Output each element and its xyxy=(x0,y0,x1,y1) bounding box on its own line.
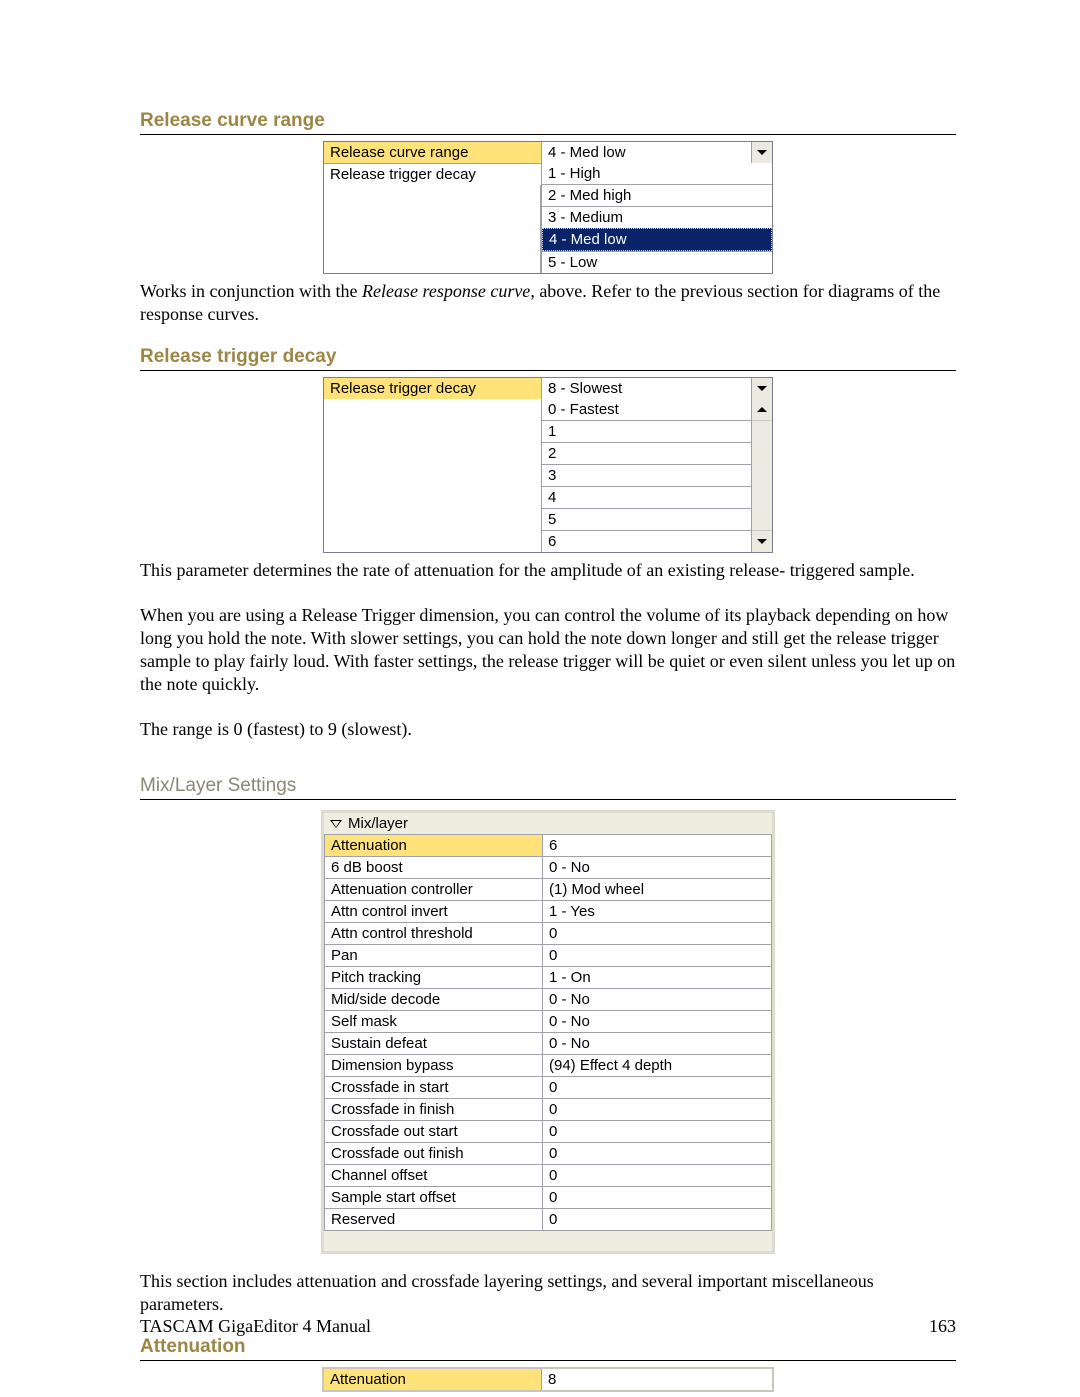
field-label[interactable]: 6 dB boost xyxy=(325,856,543,878)
field-label-release-curve-range[interactable]: Release curve range xyxy=(324,142,542,163)
field-label[interactable]: Attenuation xyxy=(325,835,543,856)
heading-attenuation: Attenuation xyxy=(140,1336,956,1358)
dropdown-button[interactable] xyxy=(751,142,772,163)
field-label[interactable]: Mid/side decode xyxy=(325,988,543,1010)
dropdown-option[interactable]: 6 xyxy=(542,530,751,552)
field-label[interactable]: Crossfade out finish xyxy=(325,1142,543,1164)
chevron-up-icon xyxy=(757,407,767,412)
dropdown-list-release-trigger-decay: 0 - Fastest 1 2 3 4 5 6 xyxy=(542,399,772,552)
section-title: Mix/layer xyxy=(348,813,408,834)
chevron-down-icon xyxy=(757,386,767,391)
dropdown-option[interactable]: 0 - Fastest xyxy=(542,399,751,420)
scroll-down-button[interactable] xyxy=(752,530,772,552)
field-label[interactable]: Attn control invert xyxy=(325,900,543,922)
field-value[interactable]: 0 xyxy=(543,1098,771,1120)
scroll-thumb[interactable] xyxy=(752,421,772,530)
dropdown-value: 4 - Med low xyxy=(542,142,751,163)
dropdown-value: 8 - Slowest xyxy=(542,378,751,399)
field-value[interactable]: 0 xyxy=(543,1208,771,1230)
footer-title: TASCAM GigaEditor 4 Manual xyxy=(140,1316,371,1337)
rule xyxy=(140,1360,956,1361)
field-label[interactable]: Crossfade in start xyxy=(325,1076,543,1098)
field-value[interactable]: 1 - Yes xyxy=(543,900,771,922)
field-value[interactable]: (94) Effect 4 depth xyxy=(543,1054,771,1076)
field-label[interactable]: Reserved xyxy=(325,1208,543,1230)
dropdown-option[interactable]: 4 xyxy=(542,486,751,508)
field-value[interactable]: 0 - No xyxy=(543,856,771,878)
scroll-track[interactable] xyxy=(752,421,772,530)
field-value[interactable]: 1 - On xyxy=(543,966,771,988)
field-label-attenuation[interactable]: Attenuation xyxy=(324,1369,542,1390)
dropdown-option[interactable]: 3 - Medium xyxy=(542,206,772,228)
field-label[interactable]: Crossfade in finish xyxy=(325,1098,543,1120)
field-value[interactable]: 0 xyxy=(543,1120,771,1142)
chevron-down-icon xyxy=(757,539,767,544)
field-value[interactable]: 0 - No xyxy=(543,1032,771,1054)
panel-mix-layer: Mix/layer Attenuation6 6 dB boost0 - No … xyxy=(321,810,775,1254)
scroll-up-button[interactable] xyxy=(752,399,772,421)
field-value[interactable]: 0 xyxy=(543,1186,771,1208)
field-label[interactable]: Pitch tracking xyxy=(325,966,543,988)
field-value-attenuation[interactable]: 8 xyxy=(542,1369,772,1390)
field-value[interactable]: 6 xyxy=(543,835,771,856)
dropdown-option[interactable]: 1 - High xyxy=(542,163,772,184)
panel-release-trigger-decay: Release trigger decay 8 - Slowest 0 - Fa… xyxy=(323,377,773,553)
field-value[interactable]: (1) Mod wheel xyxy=(543,878,771,900)
dropdown-option-selected[interactable]: 4 - Med low xyxy=(542,228,772,251)
field-label[interactable]: Sustain defeat xyxy=(325,1032,543,1054)
dropdown-option[interactable]: 3 xyxy=(542,464,751,486)
paragraph: Works in conjunction with the Release re… xyxy=(140,280,956,326)
rule xyxy=(140,134,956,135)
panel-attenuation: Attenuation 8 xyxy=(322,1367,774,1392)
field-label[interactable]: Attn control threshold xyxy=(325,922,543,944)
collapse-icon xyxy=(330,820,342,828)
heading-mix-layer-settings: Mix/Layer Settings xyxy=(140,775,956,797)
chevron-down-icon xyxy=(757,150,767,155)
paragraph: This parameter determines the rate of at… xyxy=(140,559,956,582)
field-value[interactable]: 0 - No xyxy=(543,988,771,1010)
heading-release-trigger-decay: Release trigger decay xyxy=(140,346,956,368)
field-value[interactable]: 0 xyxy=(543,1164,771,1186)
dropdown-release-curve-range[interactable]: 4 - Med low xyxy=(542,142,772,163)
paragraph: When you are using a Release Trigger dim… xyxy=(140,604,956,696)
paragraph: This section includes attenuation and cr… xyxy=(140,1270,956,1316)
dropdown-option[interactable]: 5 xyxy=(542,508,751,530)
panel-release-curve-range: Release curve range 4 - Med low Release … xyxy=(323,141,773,274)
rule xyxy=(140,799,956,800)
dropdown-option[interactable]: 5 - Low xyxy=(542,251,772,273)
field-label[interactable]: Attenuation controller xyxy=(325,878,543,900)
dropdown-release-trigger-decay[interactable]: 8 - Slowest xyxy=(542,378,772,399)
field-value[interactable]: 0 xyxy=(543,1142,771,1164)
field-label[interactable]: Sample start offset xyxy=(325,1186,543,1208)
dropdown-option[interactable]: 2 - Med high xyxy=(542,184,772,206)
dropdown-button[interactable] xyxy=(751,378,772,399)
field-value[interactable]: 0 xyxy=(543,944,771,966)
heading-release-curve-range: Release curve range xyxy=(140,110,956,132)
rule xyxy=(140,370,956,371)
field-label[interactable]: Dimension bypass xyxy=(325,1054,543,1076)
field-label[interactable]: Pan xyxy=(325,944,543,966)
scrollbar[interactable] xyxy=(751,399,772,552)
dropdown-list-release-curve-range: 1 - High 2 - Med high 3 - Medium 4 - Med… xyxy=(542,163,772,273)
dropdown-option[interactable]: 2 xyxy=(542,442,751,464)
field-label[interactable]: Self mask xyxy=(325,1010,543,1032)
field-label[interactable]: Crossfade out start xyxy=(325,1120,543,1142)
field-value[interactable]: 0 xyxy=(543,922,771,944)
section-header-mix-layer[interactable]: Mix/layer xyxy=(324,813,772,834)
field-label-release-trigger-decay[interactable]: Release trigger decay xyxy=(324,378,542,399)
field-label-release-trigger-decay[interactable]: Release trigger decay xyxy=(324,163,542,185)
field-value[interactable]: 0 xyxy=(543,1076,771,1098)
paragraph: The range is 0 (fastest) to 9 (slowest). xyxy=(140,718,956,741)
field-label[interactable]: Channel offset xyxy=(325,1164,543,1186)
field-value[interactable]: 0 - No xyxy=(543,1010,771,1032)
dropdown-option[interactable]: 1 xyxy=(542,420,751,442)
page-number: 163 xyxy=(929,1316,956,1337)
